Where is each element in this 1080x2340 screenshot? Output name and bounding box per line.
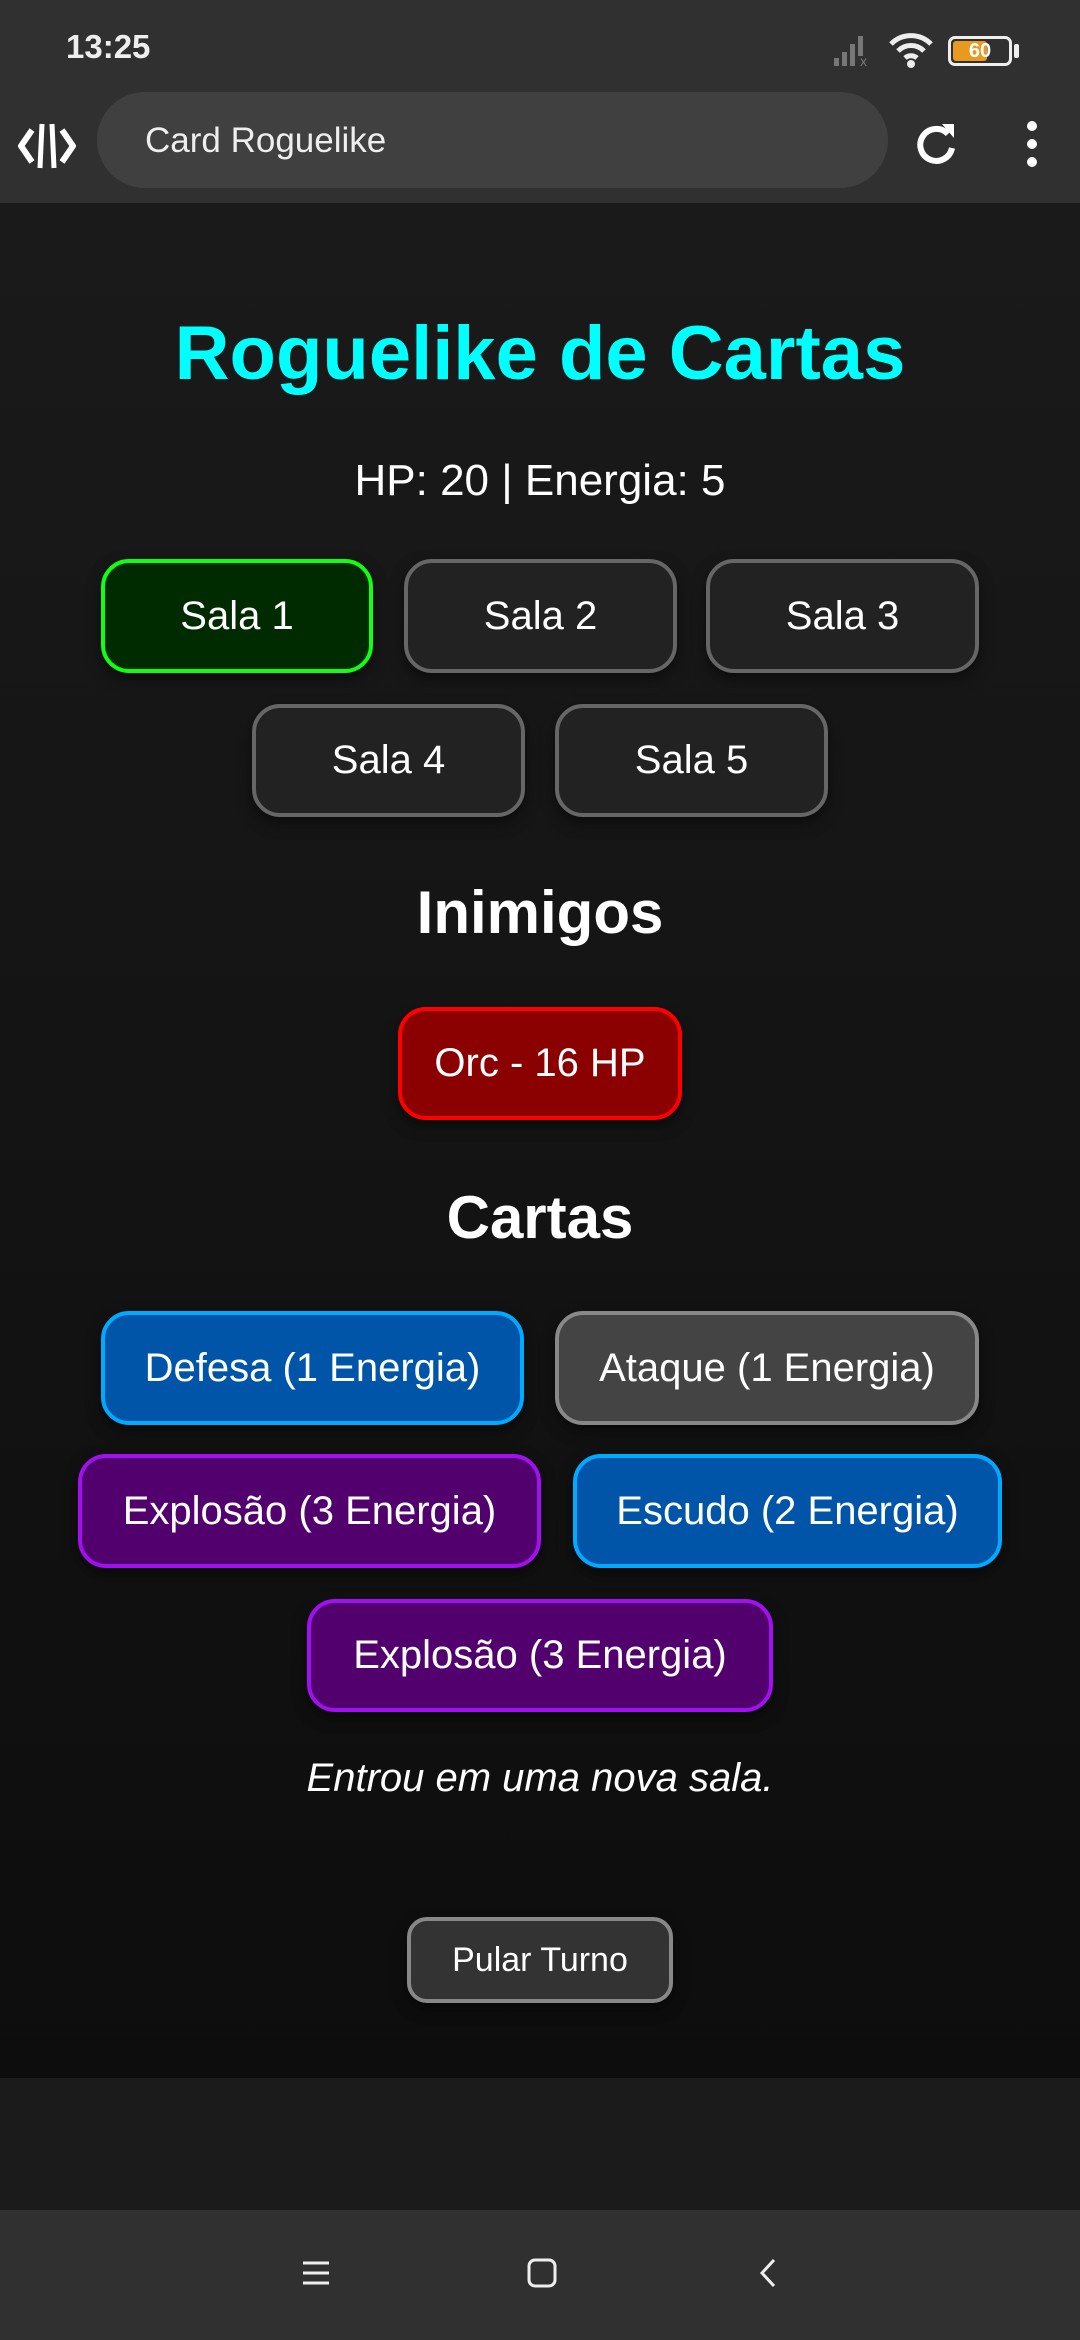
game-title: Roguelike de Cartas bbox=[174, 311, 906, 396]
wifi-icon bbox=[889, 33, 933, 68]
card-escudo[interactable]: Escudo (2 Energia) bbox=[573, 1454, 1002, 1568]
card-ataque[interactable]: Ataque (1 Energia) bbox=[555, 1311, 979, 1425]
battery-tip bbox=[1014, 44, 1019, 58]
reload-icon[interactable] bbox=[912, 120, 960, 168]
status-bar: 13:25 x 60 bbox=[0, 0, 1080, 90]
more-menu-icon[interactable] bbox=[1022, 120, 1042, 170]
browser-toolbar: Card Roguelike bbox=[0, 90, 1080, 203]
battery-icon: 60 bbox=[948, 36, 1012, 66]
menu-icon[interactable] bbox=[302, 2260, 330, 2286]
clock: 13:25 bbox=[66, 28, 151, 65]
enemy-orc[interactable]: Orc - 16 HP bbox=[398, 1007, 682, 1120]
back-icon[interactable] bbox=[758, 2258, 778, 2288]
player-stats: HP: 20 | Energia: 5 bbox=[354, 456, 726, 505]
room-button-5[interactable]: Sala 5 bbox=[555, 704, 828, 817]
svg-text:x: x bbox=[860, 53, 867, 66]
skip-turn-button[interactable]: Pular Turno bbox=[407, 1917, 673, 2003]
room-button-2[interactable]: Sala 2 bbox=[404, 559, 677, 673]
home-icon[interactable] bbox=[527, 2258, 557, 2288]
site-code-icon[interactable] bbox=[18, 120, 76, 172]
game-message: Entrou em uma nova sala. bbox=[306, 1756, 774, 1800]
room-button-1[interactable]: Sala 1 bbox=[101, 559, 373, 673]
page-title: Card Roguelike bbox=[145, 121, 387, 160]
card-defesa[interactable]: Defesa (1 Energia) bbox=[101, 1311, 524, 1425]
card-explosao[interactable]: Explosão (3 Energia) bbox=[78, 1454, 541, 1568]
room-button-4[interactable]: Sala 4 bbox=[252, 704, 525, 817]
enemies-heading: Inimigos bbox=[416, 879, 664, 946]
battery-level: 60 bbox=[968, 40, 992, 62]
room-button-3[interactable]: Sala 3 bbox=[706, 559, 979, 673]
signal-icon: x bbox=[834, 36, 867, 66]
card-explosao-2[interactable]: Explosão (3 Energia) bbox=[307, 1599, 773, 1712]
cards-heading: Cartas bbox=[446, 1184, 634, 1251]
address-bar[interactable]: Card Roguelike bbox=[97, 92, 888, 188]
system-nav-bar bbox=[0, 2210, 1080, 2340]
